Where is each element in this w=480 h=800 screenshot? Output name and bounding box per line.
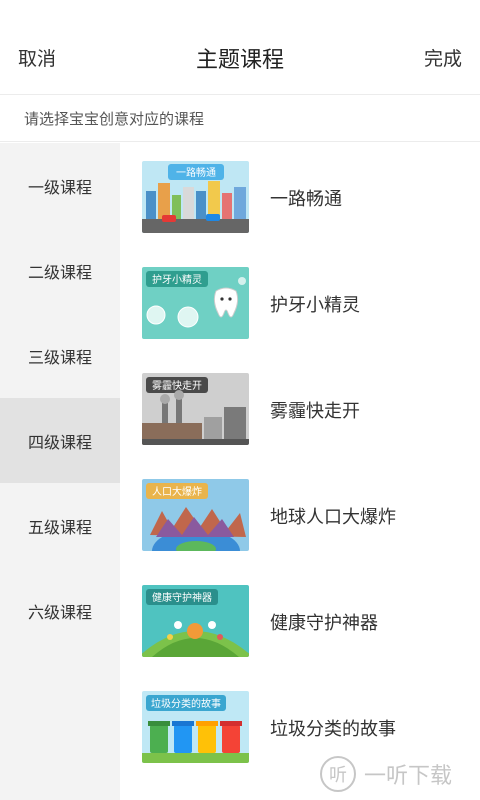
course-thumbnail: 一路畅通 <box>142 161 249 233</box>
done-button[interactable]: 完成 <box>424 44 462 71</box>
hint-bar: 请选择宝宝创意对应的课程 <box>0 96 480 142</box>
level-sidebar: 一级课程 二级课程 三级课程 四级课程 五级课程 六级课程 <box>0 143 120 800</box>
thumb-title: 健康守护神器 <box>152 591 212 604</box>
watermark: 听 一听下载 <box>320 754 470 794</box>
level-item-4-selected[interactable]: 四级课程 <box>0 398 120 483</box>
course-thumbnail: 垃圾分类的故事 <box>142 691 249 763</box>
course-item[interactable]: 一路畅通 一路畅通 <box>120 143 480 243</box>
level-item-2[interactable]: 二级课程 <box>0 228 120 313</box>
page-title: 主题课程 <box>195 48 284 73</box>
course-name: 地球人口大爆炸 <box>270 507 396 528</box>
course-item[interactable]: 护牙小精灵 护牙小精灵 <box>120 249 480 349</box>
course-thumbnail: 护牙小精灵 <box>142 267 249 339</box>
level-item-6[interactable]: 六级课程 <box>0 568 120 653</box>
level-item-1[interactable]: 一级课程 <box>0 143 120 228</box>
thumb-title: 一路畅通 <box>176 166 216 179</box>
course-name: 一路畅通 <box>270 189 342 210</box>
course-item[interactable]: 雾霾快走开 雾霾快走开 <box>120 355 480 455</box>
level-item-5[interactable]: 五级课程 <box>0 483 120 568</box>
header-bar: 取消 主题课程 完成 <box>0 0 480 95</box>
hint-text: 请选择宝宝创意对应的课程 <box>24 110 205 128</box>
course-name: 护牙小精灵 <box>270 295 360 316</box>
course-thumbnail: 雾霾快走开 <box>142 373 249 445</box>
course-thumbnail: 人口大爆炸 <box>142 479 249 551</box>
course-name: 健康守护神器 <box>270 613 378 634</box>
thumb-title: 雾霾快走开 <box>152 380 202 392</box>
course-list: 一路畅通 一路畅通 护牙小精灵 护牙小精灵 雾霾快走开 雾霾快走开 人口大爆炸 … <box>120 143 480 800</box>
course-name: 垃圾分类的故事 <box>270 719 396 740</box>
thumb-title: 人口大爆炸 <box>152 485 202 498</box>
thumb-title: 垃圾分类的故事 <box>151 697 221 710</box>
watermark-logo-icon: 听 <box>320 756 356 792</box>
course-item[interactable]: 健康守护神器 健康守护神器 <box>120 567 480 667</box>
level-item-3[interactable]: 三级课程 <box>0 313 120 398</box>
course-name: 雾霾快走开 <box>270 401 360 422</box>
course-thumbnail: 健康守护神器 <box>142 585 249 657</box>
course-item[interactable]: 人口大爆炸 地球人口大爆炸 <box>120 461 480 561</box>
thumb-title: 护牙小精灵 <box>152 273 202 286</box>
watermark-text: 一听下载 <box>364 764 453 789</box>
